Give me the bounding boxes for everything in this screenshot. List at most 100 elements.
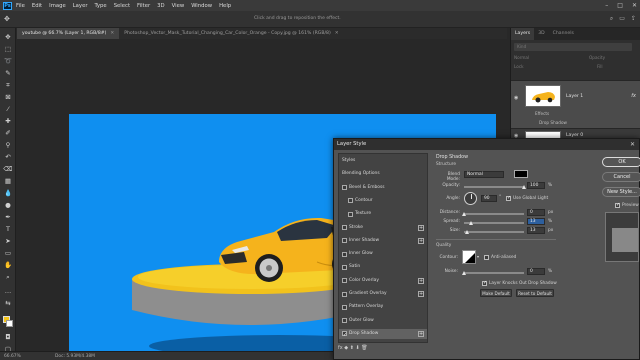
close-icon[interactable]: ✕ xyxy=(632,2,637,9)
styles-footer-bar[interactable]: fx ◆ ⬆ ⬇ 🗑 xyxy=(338,345,428,355)
swap-colors-icon[interactable]: ⇆ xyxy=(3,298,13,308)
style-item-outer-glow[interactable]: Outer Glow xyxy=(339,316,427,326)
distance-slider-thumb[interactable] xyxy=(461,212,466,216)
gradient-tool-icon[interactable]: ▦ xyxy=(3,176,13,186)
hand-tool-icon[interactable]: ✋ xyxy=(3,260,13,270)
style-checkbox[interactable] xyxy=(342,185,347,191)
workspace-icon[interactable]: ▭ xyxy=(619,15,625,23)
effect-item-drop-shadow[interactable]: Drop Shadow xyxy=(539,120,567,125)
angle-input[interactable]: 90 xyxy=(481,195,497,202)
dodge-tool-icon[interactable]: ● xyxy=(3,200,13,210)
noise-slider-track[interactable] xyxy=(464,272,524,274)
healing-brush-tool-icon[interactable]: ✚ xyxy=(3,116,13,126)
eraser-tool-icon[interactable]: ⌫ xyxy=(3,164,13,174)
menu-item-view[interactable]: View xyxy=(172,3,185,9)
visibility-eye-icon[interactable]: ◉ xyxy=(514,95,518,101)
new-style-button[interactable]: New Style... xyxy=(602,187,640,197)
style-checkbox[interactable] xyxy=(342,318,347,324)
style-item-contour[interactable]: Contour xyxy=(339,196,427,206)
noise-slider-thumb[interactable] xyxy=(461,271,466,275)
more-tools-icon[interactable]: … xyxy=(3,286,13,296)
share-icon[interactable]: ⇪ xyxy=(631,15,636,23)
add-style-icon[interactable]: + xyxy=(418,237,424,244)
distance-input[interactable]: 0 xyxy=(527,209,545,216)
menu-item-help[interactable]: Help xyxy=(219,3,231,9)
menu-item-filter[interactable]: Filter xyxy=(137,3,150,9)
make-default-button[interactable]: Make Default xyxy=(480,289,512,297)
search-icon[interactable]: ⌕ xyxy=(610,15,613,23)
blend-mode-dropdown[interactable]: Normal xyxy=(514,55,529,62)
distance-slider-track[interactable] xyxy=(464,213,524,215)
style-item-drop-shadow[interactable]: Drop Shadow + xyxy=(339,328,427,340)
tab-channels[interactable]: Channels xyxy=(549,28,578,40)
style-item-color-overlay[interactable]: Color Overlay + xyxy=(339,276,427,286)
move-tool-icon[interactable]: ✥ xyxy=(3,32,13,42)
minimize-icon[interactable]: – xyxy=(605,2,608,9)
ok-button[interactable]: OK xyxy=(602,157,640,167)
menu-item-3d[interactable]: 3D xyxy=(157,3,164,9)
lasso-tool-icon[interactable]: ➰ xyxy=(3,56,13,66)
history-brush-tool-icon[interactable]: ↶ xyxy=(3,152,13,162)
crop-tool-icon[interactable]: ⌗ xyxy=(3,80,13,90)
size-input[interactable]: 13 xyxy=(527,227,545,234)
contour-picker[interactable] xyxy=(462,250,476,264)
type-tool-icon[interactable]: T xyxy=(3,224,13,234)
style-checkbox[interactable] xyxy=(342,330,347,340)
brush-tool-icon[interactable]: ✐ xyxy=(3,128,13,138)
style-checkbox[interactable] xyxy=(342,278,347,284)
menu-item-image[interactable]: Image xyxy=(49,3,66,9)
size-slider-track[interactable] xyxy=(464,231,524,233)
layer-filter-dropdown[interactable]: Kind xyxy=(514,43,632,51)
style-checkbox[interactable] xyxy=(342,264,347,270)
layer-name[interactable]: Layer 1 xyxy=(566,94,583,99)
add-style-icon[interactable]: + xyxy=(418,277,424,284)
zoom-level[interactable]: 66.67% xyxy=(4,354,21,359)
maximize-icon[interactable]: □ xyxy=(617,2,623,9)
path-select-tool-icon[interactable]: ➤ xyxy=(3,236,13,246)
zoom-tool-icon[interactable]: ⌕ xyxy=(3,272,13,282)
style-item-pattern-overlay[interactable]: Pattern Overlay xyxy=(339,302,427,312)
frame-tool-icon[interactable]: ⊠ xyxy=(3,92,13,102)
menu-item-file[interactable]: File xyxy=(16,3,25,9)
style-item-blending-options[interactable]: Blending Options xyxy=(339,169,427,179)
document-tab-active[interactable]: youtube @ 66.7% (Layer 1, RGB/8#) ✕ xyxy=(17,28,120,39)
blur-tool-icon[interactable]: 💧 xyxy=(3,188,13,198)
style-checkbox[interactable] xyxy=(342,238,347,244)
eyedropper-tool-icon[interactable]: ⁄ xyxy=(3,104,13,114)
style-item-bevel-emboss[interactable]: Bevel & Emboss xyxy=(339,183,427,193)
style-item-inner-shadow[interactable]: Inner Shadow + xyxy=(339,236,427,246)
menu-item-select[interactable]: Select xyxy=(114,3,130,9)
knockout-checkbox[interactable] xyxy=(482,280,487,286)
add-style-icon[interactable]: + xyxy=(418,330,424,337)
opacity-input[interactable]: 100 xyxy=(527,182,545,189)
shadow-color-swatch[interactable] xyxy=(514,170,528,178)
document-tab[interactable]: Photoshop_Vector_Mask_Tutorial_Changing_… xyxy=(119,28,343,39)
spread-slider-thumb[interactable] xyxy=(469,221,474,225)
add-style-icon[interactable]: + xyxy=(418,224,424,231)
style-item-satin[interactable]: Satin xyxy=(339,262,427,272)
style-checkbox[interactable] xyxy=(342,225,347,230)
anti-aliased-checkbox[interactable] xyxy=(484,255,489,260)
menu-item-edit[interactable]: Edit xyxy=(32,3,42,9)
background-color-swatch[interactable] xyxy=(6,320,13,327)
use-global-light-checkbox[interactable] xyxy=(506,195,511,201)
menu-item-window[interactable]: Window xyxy=(191,3,212,9)
size-slider-thumb[interactable] xyxy=(464,230,469,234)
style-checkbox[interactable] xyxy=(342,304,347,310)
style-checkbox[interactable] xyxy=(342,291,347,297)
marquee-tool-icon[interactable]: ⬚ xyxy=(3,44,13,54)
opacity-slider-thumb[interactable] xyxy=(521,185,526,189)
style-checkbox[interactable] xyxy=(342,251,347,257)
opacity-slider-track[interactable] xyxy=(464,186,524,188)
chevron-down-icon[interactable]: ▾ xyxy=(477,254,479,259)
tab-layers[interactable]: Layers xyxy=(511,28,535,40)
layer-fx-icon[interactable]: fx xyxy=(631,93,636,99)
layer-row-selected[interactable]: ◉ Layer 1 fx Effects Drop Shadow xyxy=(511,80,640,128)
quick-select-tool-icon[interactable]: ✎ xyxy=(3,68,13,78)
style-item-inner-glow[interactable]: Inner Glow xyxy=(339,249,427,259)
menu-item-layer[interactable]: Layer xyxy=(73,3,88,9)
angle-dial[interactable] xyxy=(464,192,477,205)
clone-stamp-tool-icon[interactable]: ⚲ xyxy=(3,140,13,150)
pen-tool-icon[interactable]: ✒ xyxy=(3,212,13,222)
style-checkbox[interactable] xyxy=(348,198,353,204)
